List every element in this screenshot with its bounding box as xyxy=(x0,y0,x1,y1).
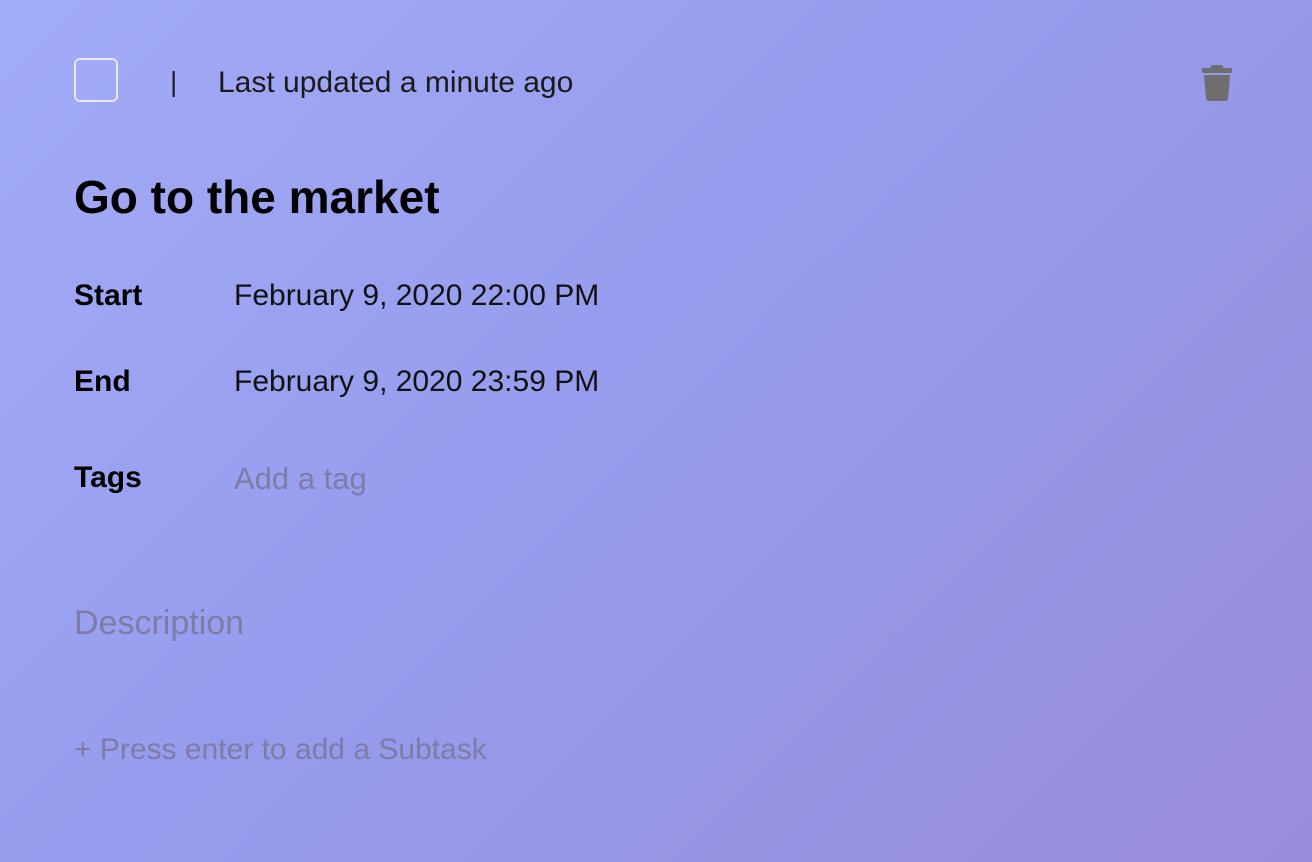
task-header: | Last updated a minute ago xyxy=(74,58,1234,106)
tags-label: Tags xyxy=(74,461,142,494)
tag-input[interactable] xyxy=(234,461,634,497)
end-label: End xyxy=(74,365,131,398)
end-date-value[interactable]: February 9, 2020 23:59 PM xyxy=(234,365,599,399)
task-title[interactable]: Go to the market xyxy=(74,170,440,224)
description-input[interactable] xyxy=(74,604,874,643)
header-separator: | xyxy=(170,66,178,97)
tags-field: Tags xyxy=(74,461,874,501)
subtask-input[interactable] xyxy=(74,733,874,767)
start-field: Start February 9, 2020 22:00 PM xyxy=(74,279,874,319)
delete-task-button[interactable] xyxy=(1200,64,1234,102)
complete-checkbox[interactable] xyxy=(74,58,118,102)
trash-icon xyxy=(1202,65,1232,101)
start-date-value[interactable]: February 9, 2020 22:00 PM xyxy=(234,279,599,313)
last-updated-text: Last updated a minute ago xyxy=(218,66,574,99)
start-label: Start xyxy=(74,279,143,312)
end-field: End February 9, 2020 23:59 PM xyxy=(74,365,874,405)
